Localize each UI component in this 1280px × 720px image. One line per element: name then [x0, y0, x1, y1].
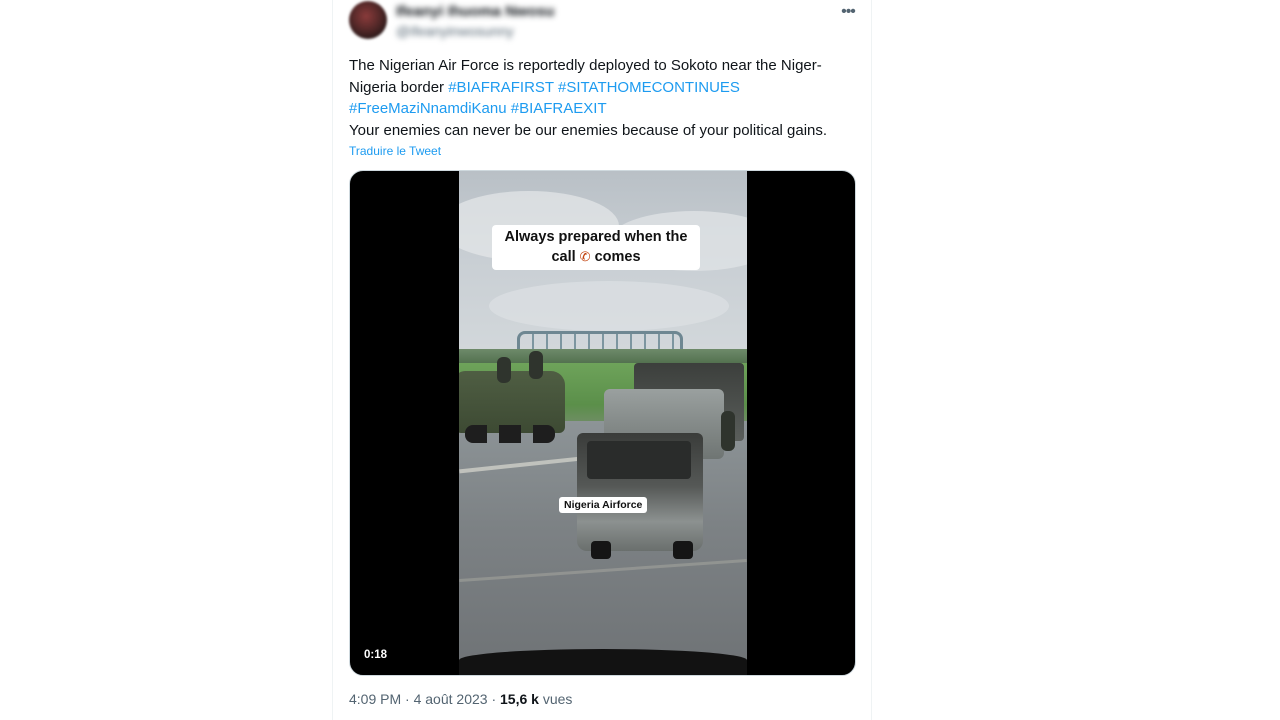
video-soldier — [497, 357, 511, 383]
meta-separator: · — [491, 691, 497, 707]
hashtag-biafraexit[interactable]: #BIAFRAEXIT — [511, 100, 607, 117]
hashtag-biafrafirst[interactable]: #BIAFRAFIRST — [448, 79, 554, 96]
video-overlay-label: Nigeria Airforce — [559, 497, 648, 513]
tweet-meta: 4:09 PM · 4 août 2023 · 15,6 k vues — [349, 691, 572, 707]
more-options-icon[interactable]: ••• — [836, 2, 860, 22]
video-frame[interactable]: Always prepared when the call ✆ comes Ni… — [459, 171, 747, 675]
avatar[interactable] — [349, 1, 387, 39]
tweet-text-closing: Your enemies can never be our enemies be… — [349, 121, 828, 139]
translate-tweet-link[interactable]: Traduire le Tweet — [349, 144, 441, 158]
hashtag-sitathomecontinues[interactable]: #SITATHOMECONTINUES — [558, 79, 740, 96]
video-soldier — [721, 411, 735, 451]
video-caption-line1: Always prepared when the — [504, 229, 688, 245]
video-caption: Always prepared when the call ✆ comes — [492, 225, 700, 270]
hashtag-freemazinnamdikanu[interactable]: #FreeMaziNnamdiKanu — [349, 100, 507, 117]
tweet-text: The Nigerian Air Force is reportedly dep… — [349, 55, 854, 141]
video-pickup-truck — [577, 433, 703, 559]
video-caption-comes: comes — [594, 249, 641, 265]
views-label: vues — [542, 691, 573, 707]
tweet-time[interactable]: 4:09 PM — [349, 691, 401, 707]
video-caption-call: call — [551, 249, 576, 265]
video-duration: 0:18 — [364, 649, 388, 661]
video-armored-vehicle — [459, 371, 565, 443]
author-handle[interactable]: @ifeanyinwosunny — [396, 23, 514, 39]
video-dashboard — [459, 649, 747, 675]
author-name[interactable]: Ifeanyi Ihuoma Nwosu — [396, 3, 554, 20]
views-count: 15,6 k — [500, 691, 539, 707]
tweet-date[interactable]: 4 août 2023 — [414, 691, 488, 707]
video-soldier — [529, 351, 543, 379]
video-player[interactable]: Always prepared when the call ✆ comes Ni… — [349, 170, 856, 676]
phone-icon: ✆ — [579, 249, 591, 264]
meta-separator: · — [405, 691, 410, 707]
